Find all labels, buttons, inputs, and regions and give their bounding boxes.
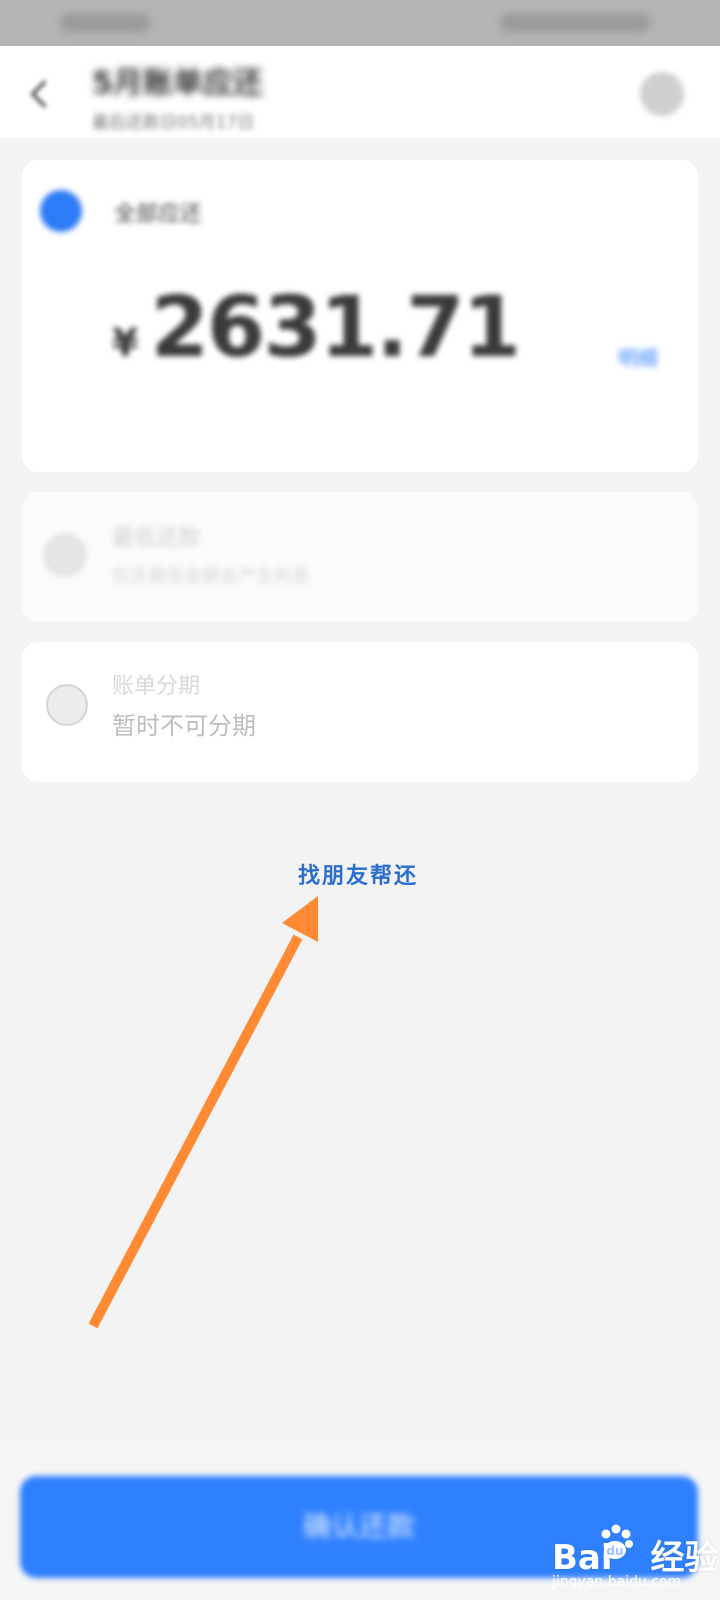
status-bar	[0, 0, 720, 46]
status-bar-left-info	[60, 14, 150, 32]
watermark-logo-right: 经验	[650, 1538, 719, 1578]
radio-selected-icon[interactable]	[40, 190, 82, 232]
option-minimum-repayment[interactable]: 最低还款 仅还最低金额会产生利息	[22, 492, 698, 622]
header: 5月账单应还 最后还款日05月17日	[0, 46, 720, 138]
page-subtitle: 最后还款日05月17日	[92, 113, 255, 133]
amount-row: ¥2631.71	[112, 278, 521, 376]
paw-icon: du	[601, 1524, 633, 1559]
svg-text:du: du	[606, 1544, 623, 1558]
option-installment: 账单分期 暂时不可分期	[22, 642, 698, 782]
radio-unselected-icon[interactable]	[44, 534, 86, 576]
chevron-left-icon	[29, 79, 59, 109]
page-title: 5月账单应还	[92, 66, 263, 101]
detail-link[interactable]: 明细	[618, 342, 658, 371]
amount-value: 2631.71	[150, 278, 521, 376]
option-installment-title: 账单分期	[112, 674, 201, 699]
page: 5月账单应还 最后还款日05月17日 全部应还 ¥2631.71 明细 最低还款…	[0, 0, 720, 1600]
status-bar-right-info	[500, 14, 650, 32]
help-icon[interactable]	[640, 72, 684, 116]
option-full-repayment[interactable]: 全部应还 ¥2631.71 明细	[22, 160, 698, 472]
currency-symbol: ¥	[112, 321, 139, 365]
option-minimum-label: 最低还款	[112, 526, 201, 551]
find-friend-to-repay-link[interactable]: 找朋友帮还	[298, 858, 418, 890]
radio-disabled-icon	[46, 684, 88, 726]
option-full-label: 全部应还	[114, 202, 203, 227]
option-installment-status: 暂时不可分期	[112, 712, 256, 740]
watermark-url: jingyan.baidu.com	[552, 1574, 682, 1590]
baidu-jingyan-watermark: Bai 经验 du jingyan.baidu.com	[552, 1522, 719, 1592]
option-minimum-desc: 仅还最低金额会产生利息	[112, 566, 310, 587]
back-button[interactable]	[26, 76, 59, 112]
